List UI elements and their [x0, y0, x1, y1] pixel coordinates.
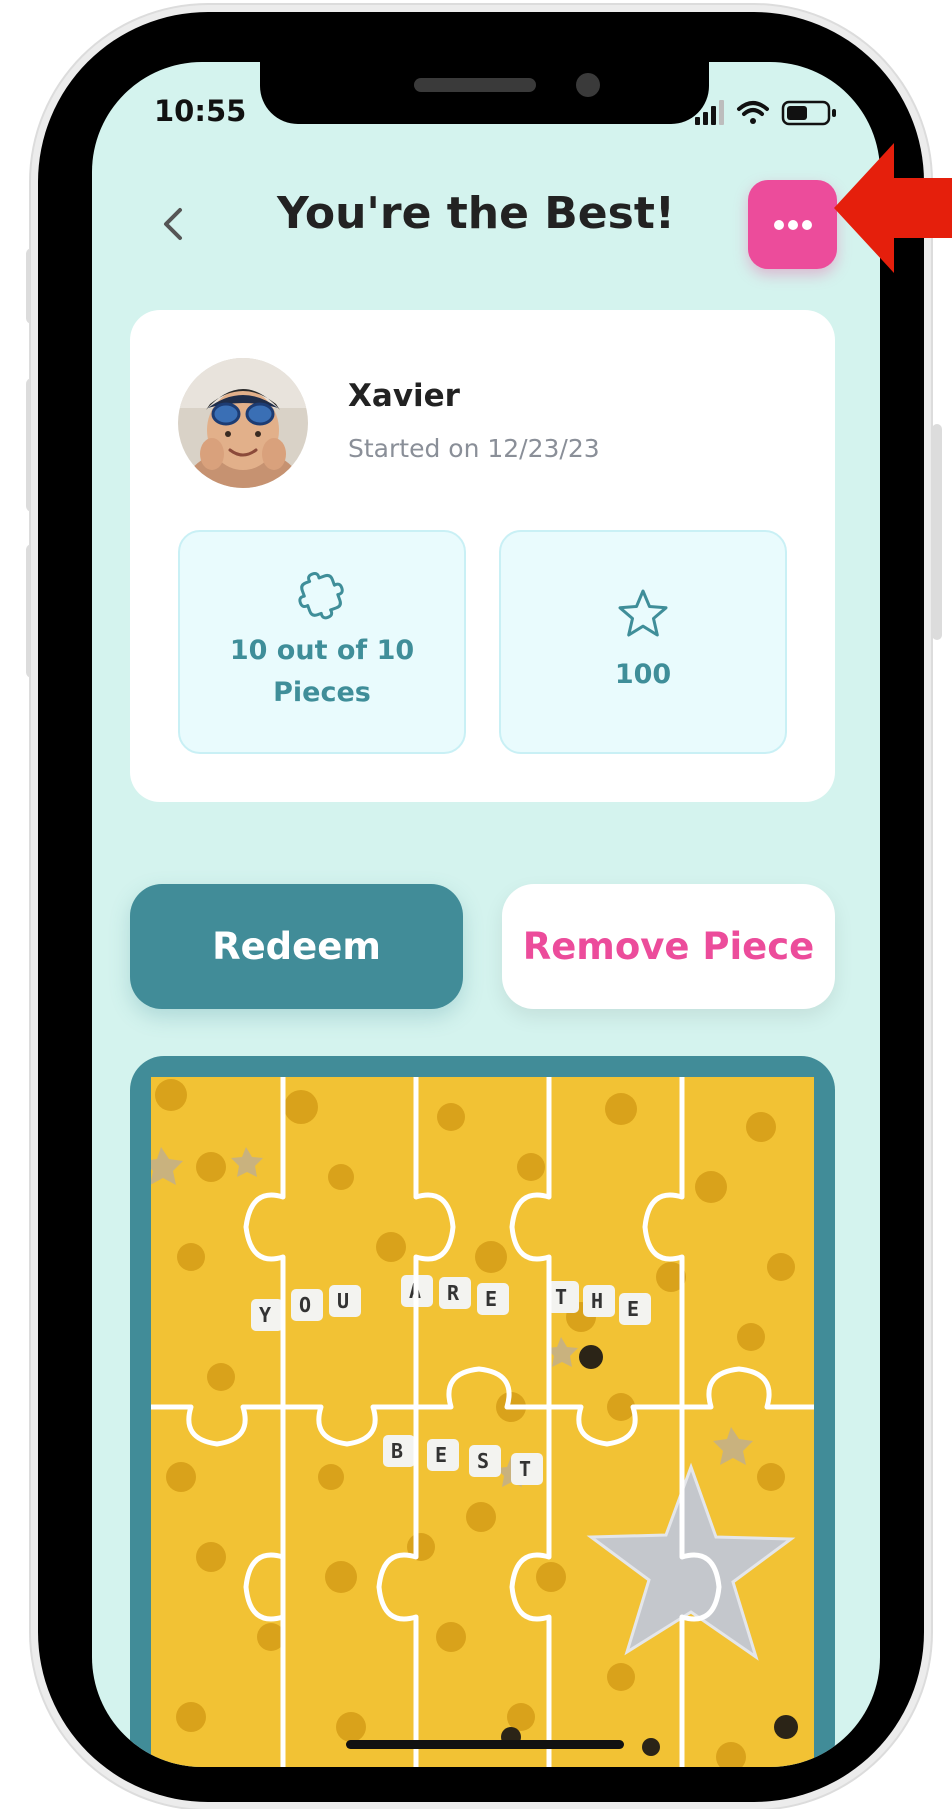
bead-letter: E: [485, 1287, 497, 1311]
more-options-button[interactable]: [748, 180, 837, 269]
volume-up-button: [26, 378, 38, 512]
bead-letter: Y: [259, 1303, 271, 1327]
status-icons: [695, 100, 836, 126]
power-button: [932, 424, 942, 640]
notch: [260, 62, 709, 124]
bead-letter: H: [591, 1289, 603, 1313]
puzzle-board: Y O U A R E T H E B E S T: [130, 1056, 835, 1767]
bead-letter: U: [337, 1289, 349, 1313]
puzzle-piece-icon: [298, 572, 344, 620]
pieces-count: 10 out of 10 Pieces: [229, 635, 415, 708]
points-stat: 100: [499, 530, 787, 754]
bead-letter: B: [391, 1439, 403, 1463]
profile-card: Xavier Started on 12/23/23 10 out of 10 …: [130, 310, 835, 802]
bead-letter: O: [299, 1293, 311, 1317]
child-name: Xavier: [348, 378, 460, 414]
remove-piece-button[interactable]: Remove Piece: [502, 884, 835, 1009]
avatar: [178, 358, 308, 488]
points-value: 100: [614, 659, 672, 690]
back-button[interactable]: [152, 202, 196, 246]
more-horizontal-icon: [773, 219, 812, 230]
bead-letter: E: [627, 1297, 639, 1321]
status-time: 10:55: [154, 94, 247, 128]
page-title: You're the Best!: [277, 188, 675, 239]
battery-icon: [781, 100, 836, 126]
annotation-arrow-icon: [834, 143, 952, 273]
silent-switch: [26, 248, 38, 324]
bead-letter: T: [555, 1285, 567, 1309]
redeem-button[interactable]: Redeem: [130, 884, 463, 1009]
avatar-photo: [178, 358, 308, 488]
signal-icon: [695, 100, 724, 125]
home-indicator: [346, 1740, 624, 1749]
bead-letter: E: [435, 1443, 447, 1467]
bead-letter: T: [519, 1457, 531, 1481]
bead-letter: S: [477, 1449, 489, 1473]
star-icon: [618, 589, 668, 637]
start-date: Started on 12/23/23: [348, 434, 600, 463]
chevron-left-icon: [164, 208, 182, 240]
speaker: [414, 78, 536, 92]
pieces-stat: 10 out of 10 Pieces: [178, 530, 466, 754]
wifi-icon: [737, 101, 769, 124]
bead-letter: R: [447, 1281, 460, 1305]
app-screen: 10:55 You're the Best! Xavier Started on…: [92, 62, 880, 1767]
volume-down-button: [26, 544, 38, 678]
puzzle-image: Y O U A R E T H E B E S T: [151, 1077, 814, 1767]
camera: [576, 73, 600, 97]
